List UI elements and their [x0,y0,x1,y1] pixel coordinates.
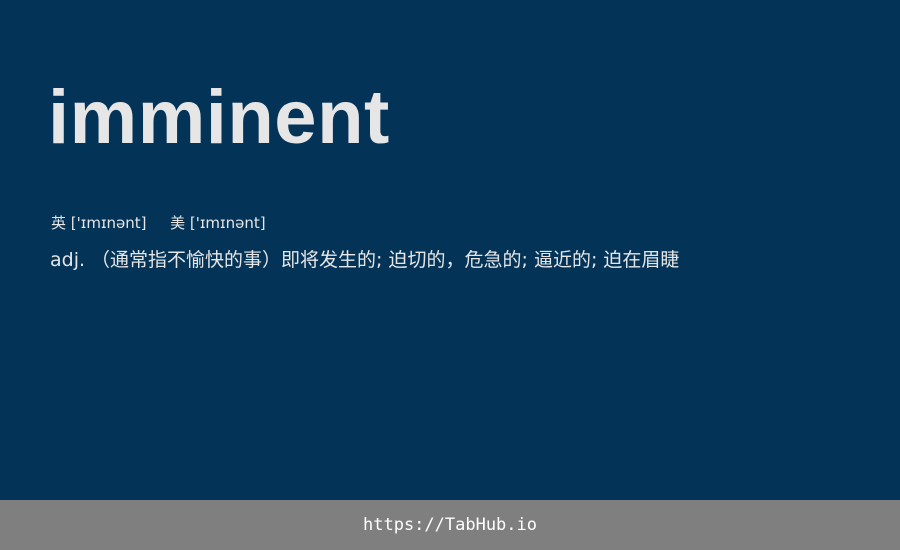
footer-url-link[interactable]: https://TabHub.io [363,515,537,535]
pronunciation-line: 英 ['ɪmɪnənt] 美 ['ɪmɪnənt] [51,212,266,234]
us-ipa: ['ɪmɪnənt] [189,214,266,232]
word-card: imminent 英 ['ɪmɪnənt] 美 ['ɪmɪnənt] adj. … [0,0,900,500]
us-label: 美 [170,214,186,232]
headword: imminent [48,75,390,160]
definition-text: adj. （通常指不愉快的事）即将发生的; 迫切的，危急的; 逼近的; 迫在眉睫 [50,249,680,271]
uk-ipa: ['ɪmɪnənt] [70,214,147,232]
uk-label: 英 [51,214,67,232]
footer-bar: https://TabHub.io [0,500,900,550]
